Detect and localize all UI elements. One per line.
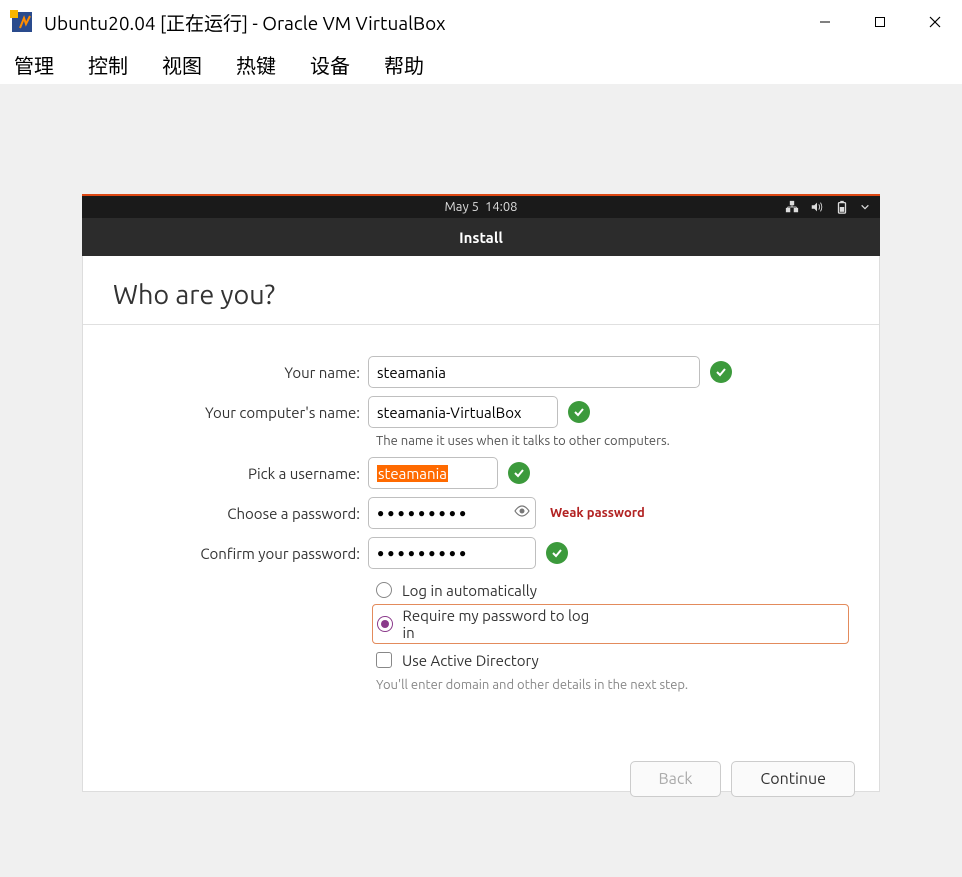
window-controls (797, 0, 962, 44)
menu-manage[interactable]: 管理 (14, 50, 54, 79)
check-icon (546, 542, 568, 564)
minimize-button[interactable] (797, 0, 852, 44)
option-require-password[interactable]: Require my password to log in (372, 604, 849, 644)
login-options: Log in automatically Require my password… (376, 576, 849, 674)
password-strength: Weak password (550, 506, 645, 520)
maximize-button[interactable] (852, 0, 907, 44)
username-input[interactable]: steamania (368, 457, 498, 489)
back-button[interactable]: Back (630, 761, 722, 797)
window-titlebar: Ubuntu20.04 [正在运行] - Oracle VM VirtualBo… (0, 0, 962, 44)
menu-hotkey[interactable]: 热键 (236, 50, 276, 79)
nav-buttons: Back Continue (630, 761, 855, 797)
clock[interactable]: May 5 14:08 (444, 200, 517, 214)
close-button[interactable] (907, 0, 962, 44)
check-icon (568, 401, 590, 423)
option-auto-login[interactable]: Log in automatically (376, 576, 849, 604)
radio-icon (376, 582, 392, 598)
label-confirm: Confirm your password: (113, 545, 368, 562)
confirm-input[interactable]: ●●●●●●●●● (368, 537, 536, 569)
menu-devices[interactable]: 设备 (310, 50, 350, 79)
menu-help[interactable]: 帮助 (384, 50, 424, 79)
chevron-down-icon (860, 202, 870, 212)
row-name: Your name: (113, 355, 849, 389)
name-input[interactable] (368, 356, 700, 388)
volume-icon (810, 200, 824, 214)
installer-header-title: Install (459, 229, 503, 246)
label-name: Your name: (113, 364, 368, 381)
menubar: 管理 控制 视图 热键 设备 帮助 (0, 44, 962, 84)
divider (83, 324, 879, 325)
show-password-icon[interactable] (514, 503, 530, 523)
row-computer: Your computer's name: (113, 395, 849, 429)
radio-icon (377, 616, 393, 632)
username-value: steamania (377, 465, 448, 482)
check-icon (710, 361, 732, 383)
computer-input[interactable] (368, 396, 558, 428)
menu-view[interactable]: 视图 (162, 50, 202, 79)
password-container: ●●●●●●●●● (368, 497, 536, 529)
row-password: Choose a password: ●●●●●●●●● Weak passwo… (113, 496, 849, 530)
label-password: Choose a password: (113, 505, 368, 522)
row-username: Pick a username: steamania (113, 456, 849, 490)
installer-body: Who are you? Your name: Your computer's … (82, 256, 880, 792)
password-input[interactable]: ●●●●●●●●● (368, 497, 536, 529)
battery-icon (835, 200, 849, 214)
check-icon (508, 462, 530, 484)
installer-header: Install (82, 218, 880, 256)
page-title: Who are you? (113, 276, 849, 324)
hint-active-directory: You'll enter domain and other details in… (376, 678, 849, 692)
window-title: Ubuntu20.04 [正在运行] - Oracle VM VirtualBo… (44, 9, 797, 36)
checkbox-icon (376, 652, 392, 668)
app-icon (10, 10, 34, 34)
continue-button[interactable]: Continue (731, 761, 855, 797)
network-icon (785, 200, 799, 214)
system-tray[interactable] (785, 200, 870, 214)
label-computer: Your computer's name: (113, 404, 368, 421)
row-confirm: Confirm your password: ●●●●●●●●● (113, 536, 849, 570)
option-active-directory[interactable]: Use Active Directory (376, 646, 849, 674)
vm-display: May 5 14:08 Install Who are you? Your na… (0, 84, 962, 877)
ubuntu-topbar: May 5 14:08 (82, 194, 880, 218)
hint-computer: The name it uses when it talks to other … (376, 434, 849, 448)
menu-control[interactable]: 控制 (88, 50, 128, 79)
label-username: Pick a username: (113, 465, 368, 482)
